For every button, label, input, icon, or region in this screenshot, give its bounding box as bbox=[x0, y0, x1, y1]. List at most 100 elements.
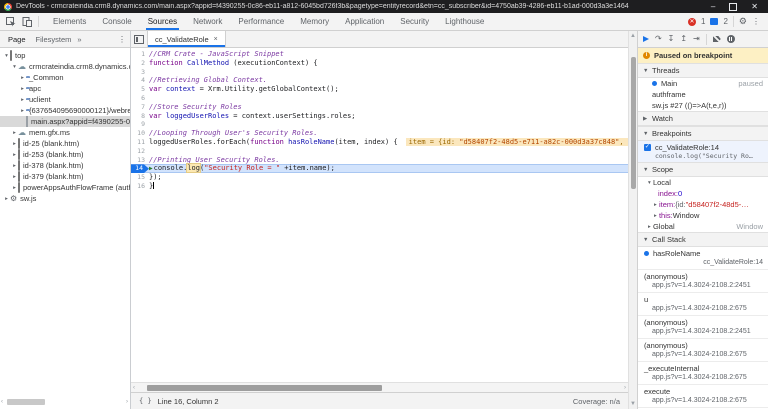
callstack-frame[interactable]: (anonymous) app.js?v=1.4.3024-2108.2:675 bbox=[637, 339, 768, 362]
code-line[interactable]: 6 bbox=[131, 94, 628, 103]
code-line[interactable]: 8 var loggedUserRoles = context.userSetti… bbox=[131, 112, 628, 121]
line-number[interactable]: 15 bbox=[131, 173, 149, 182]
tab-sources[interactable]: Sources bbox=[140, 13, 185, 30]
tree-item[interactable]: ▸ id-253 (blank.htm) bbox=[0, 149, 130, 160]
section-scope[interactable]: ▼ Scope bbox=[637, 162, 768, 177]
callstack-frame[interactable]: execute app.js?v=1.4.3024-2108.2:675 bbox=[637, 385, 768, 408]
breakpoint-checkbox[interactable]: ✓ bbox=[643, 143, 651, 151]
code-line[interactable]: 16} bbox=[131, 181, 628, 191]
thread-item[interactable]: sw.js #27 (()=>A(t,e,r)) bbox=[638, 100, 768, 111]
scope-variable[interactable]: index: 0 bbox=[638, 188, 768, 199]
step-icon[interactable]: ⇥ bbox=[693, 35, 700, 43]
close-button[interactable]: ✕ bbox=[751, 2, 758, 11]
inspect-element-icon[interactable] bbox=[6, 16, 16, 27]
tree-item[interactable]: main.aspx?appid=f4390255-0c bbox=[0, 116, 130, 127]
code-line[interactable]: 2 function CallMethod (executionContext) … bbox=[131, 59, 628, 68]
tab-console[interactable]: Console bbox=[94, 13, 139, 30]
scroll-down-icon[interactable]: ▼ bbox=[629, 401, 637, 407]
section-threads[interactable]: ▼ Threads bbox=[637, 63, 768, 78]
tree-item[interactable]: ▸ id-25 (blank.htm) bbox=[0, 138, 130, 149]
tree-arrow-icon[interactable]: ▸ bbox=[19, 86, 26, 92]
scroll-left-icon[interactable]: ‹ bbox=[1, 399, 3, 405]
pause-on-exceptions-icon[interactable] bbox=[726, 35, 735, 43]
tree-item[interactable]: ▸ _Common bbox=[0, 72, 130, 83]
tree-arrow-icon[interactable]: ▸ bbox=[19, 108, 26, 114]
tree-arrow-icon[interactable]: ▸ bbox=[11, 152, 18, 158]
tree-arrow-icon[interactable]: ▾ bbox=[646, 180, 653, 186]
line-number[interactable]: 4 bbox=[131, 76, 149, 85]
tree-arrow-icon[interactable]: ▾ bbox=[3, 53, 10, 59]
callstack-frame[interactable]: u app.js?v=1.4.3024-2108.2:675 bbox=[637, 293, 768, 316]
thread-item[interactable]: authframe bbox=[638, 89, 768, 100]
navigator-menu-icon[interactable]: ⋮ bbox=[118, 35, 126, 44]
scroll-up-icon[interactable]: ▲ bbox=[629, 33, 637, 39]
editor-tab[interactable]: cc_ValidateRole × bbox=[147, 31, 226, 47]
scope-local-group[interactable]: ▾ Local bbox=[638, 177, 768, 188]
tab-elements[interactable]: Elements bbox=[45, 13, 94, 30]
tree-item[interactable]: ▸ uclient bbox=[0, 94, 130, 105]
device-toolbar-icon[interactable] bbox=[22, 16, 32, 27]
breakpoint-item[interactable]: ✓ cc_ValidateRole:14 console.log("Security… bbox=[637, 141, 768, 162]
scope-global-group[interactable]: ▸ Global Window bbox=[638, 221, 768, 232]
section-breakpoints[interactable]: ▼ Breakpoints bbox=[637, 126, 768, 141]
tab-performance[interactable]: Performance bbox=[230, 13, 292, 30]
tree-arrow-icon[interactable]: ▸ bbox=[652, 213, 659, 219]
tab-application[interactable]: Application bbox=[337, 13, 392, 30]
scroll-right-icon[interactable]: › bbox=[624, 385, 626, 391]
line-number[interactable]: 3 bbox=[131, 68, 149, 77]
minimize-button[interactable]: – bbox=[711, 2, 715, 11]
navigator-tab-page[interactable]: Page bbox=[4, 35, 30, 44]
scrollbar-thumb[interactable] bbox=[147, 384, 382, 391]
issues-icon[interactable] bbox=[710, 18, 719, 25]
tree-arrow-icon[interactable]: ▸ bbox=[11, 185, 18, 191]
deactivate-breakpoints-icon[interactable] bbox=[712, 36, 721, 42]
step-over-icon[interactable]: ↷ bbox=[655, 35, 662, 43]
code-editor[interactable]: 1//CRM Crate - JavaScript Snippet 2 functi… bbox=[131, 48, 628, 382]
navigator-hscrollbar[interactable]: ‹ › bbox=[1, 398, 128, 406]
tree-item[interactable]: ▸ id-378 (blank.htm) bbox=[0, 160, 130, 171]
section-callstack[interactable]: ▼ Call Stack bbox=[637, 232, 768, 247]
tree-item[interactable]: ▾☁crmcrateindia.crm8.dynamics.com bbox=[0, 61, 130, 72]
tree-item[interactable]: ▸ {637654095690000121}/webres bbox=[0, 105, 130, 116]
tree-item[interactable]: ▸ id-379 (blank.htm) bbox=[0, 171, 130, 182]
tree-arrow-icon[interactable]: ▸ bbox=[19, 97, 26, 103]
tree-arrow-icon[interactable]: ▸ bbox=[19, 75, 26, 81]
line-number[interactable]: 2 bbox=[131, 59, 149, 68]
paused-line-number[interactable]: 14 bbox=[131, 164, 149, 174]
tree-arrow-icon[interactable]: ▸ bbox=[652, 202, 659, 208]
code-line[interactable]: 7//Store Security Roles bbox=[131, 103, 628, 112]
tree-item[interactable]: ▸ ☁ mem.gfx.ms bbox=[0, 127, 130, 138]
navigator-overflow-icon[interactable]: » bbox=[77, 35, 81, 44]
code-line[interactable]: 1//CRM Crate - JavaScript Snippet bbox=[131, 50, 628, 59]
tree-item[interactable]: ▸ powerAppsAuthFlowFrame (auth bbox=[0, 182, 130, 193]
code-line[interactable]: 9 bbox=[131, 120, 628, 129]
tree-arrow-icon[interactable]: ▸ bbox=[11, 174, 18, 180]
scope-variable[interactable]: ▸ this: Window bbox=[638, 210, 768, 221]
tree-arrow-icon[interactable]: ▸ bbox=[11, 163, 18, 169]
tree-arrow-icon[interactable]: ▸ bbox=[3, 196, 10, 202]
editor-hscrollbar[interactable]: ‹ › bbox=[131, 382, 628, 392]
code-line[interactable]: 3 bbox=[131, 68, 628, 77]
callstack-frame[interactable]: (anonymous) app.js?v=1.4.3024-2108.2:2451 bbox=[637, 270, 768, 293]
code-line[interactable]: 10//Looping Through User's Security Role… bbox=[131, 129, 628, 138]
tree-item[interactable]: ▸ apc bbox=[0, 83, 130, 94]
tab-lighthouse[interactable]: Lighthouse bbox=[437, 13, 492, 30]
callstack-frame[interactable]: hasRoleName cc_ValidateRole:14 bbox=[637, 247, 768, 270]
tree-arrow-icon[interactable]: ▸ bbox=[646, 224, 653, 230]
tree-arrow-icon[interactable]: ▸ bbox=[11, 130, 18, 136]
pretty-print-icon[interactable]: { } bbox=[139, 397, 152, 405]
scope-variable[interactable]: ▸ item: {id: "d58407f2-48d5-… bbox=[638, 199, 768, 210]
more-options-icon[interactable]: ⋮ bbox=[752, 17, 760, 26]
tab-close-icon[interactable]: × bbox=[214, 36, 218, 43]
tree-item[interactable]: ▾ top bbox=[0, 50, 130, 61]
tab-memory[interactable]: Memory bbox=[292, 13, 337, 30]
thread-item[interactable]: Main paused bbox=[638, 78, 768, 89]
tree-arrow-icon[interactable]: ▸ bbox=[11, 141, 18, 147]
code-line[interactable]: 5 var context = Xrm.Utility.getGlobalCont… bbox=[131, 85, 628, 94]
scrollbar-thumb[interactable] bbox=[630, 57, 636, 189]
line-number[interactable]: 7 bbox=[131, 103, 149, 112]
line-number[interactable]: 11 bbox=[131, 138, 149, 147]
code-line[interactable]: 11 loggedUserRoles.forEach(function hasRo… bbox=[131, 137, 628, 147]
line-number[interactable]: 1 bbox=[131, 50, 149, 59]
settings-gear-icon[interactable]: ⚙ bbox=[739, 16, 747, 27]
